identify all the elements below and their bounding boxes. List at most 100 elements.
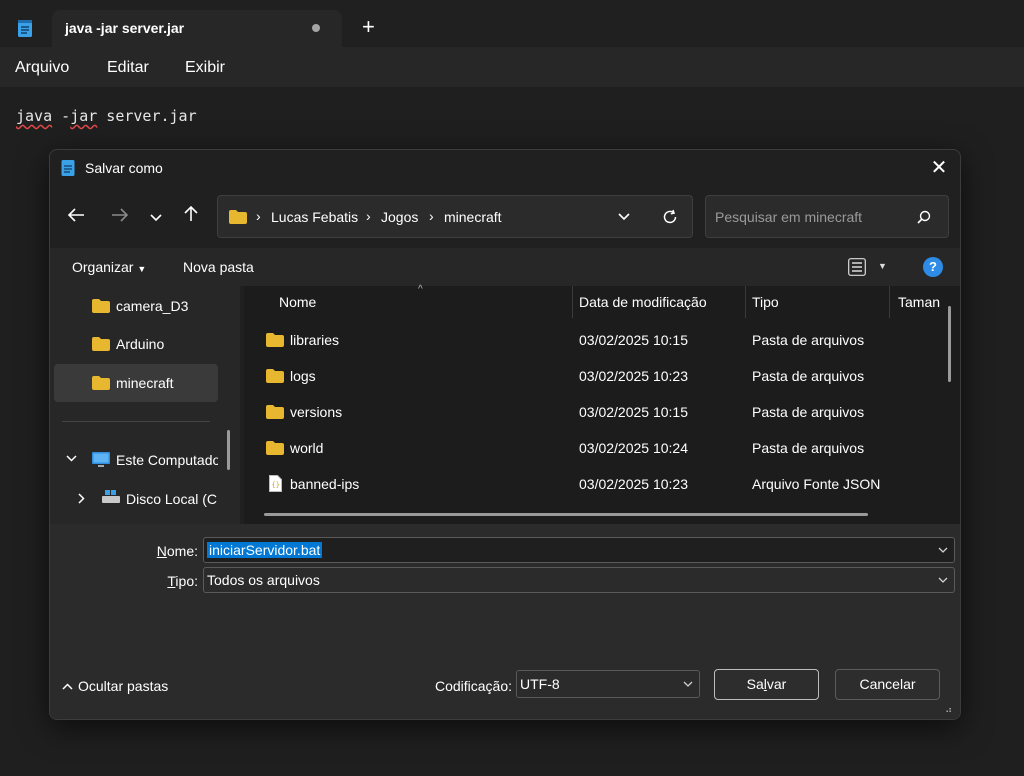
caret-down-icon[interactable]: ▼: [878, 261, 887, 271]
save-form: Nome: iniciarServidor.bat Tipo: Todos os…: [50, 524, 960, 719]
column-header-size[interactable]: Taman: [898, 294, 940, 310]
column-divider[interactable]: [572, 286, 573, 318]
file-type-select[interactable]: Todos os arquivos: [203, 567, 955, 593]
organize-label: Organizar: [72, 259, 134, 275]
file-list: ^ Nome Data de modificação Tipo Taman li…: [244, 284, 960, 524]
sidebar-item-minecraft[interactable]: minecraft: [54, 364, 218, 402]
folder-icon: [92, 376, 110, 390]
sidebar-item-label: Este Computador: [116, 452, 218, 468]
search-input[interactable]: Pesquisar em minecraft: [715, 209, 862, 225]
sidebar-item-this-pc[interactable]: Este Computador: [54, 441, 218, 479]
chevron-right-icon[interactable]: ›: [256, 208, 261, 224]
save-button[interactable]: Salvar: [714, 669, 819, 700]
vertical-scrollbar[interactable]: [948, 306, 951, 382]
file-row[interactable]: logs 03/02/2025 10:23 Pasta de arquivos: [258, 358, 948, 394]
cancel-button[interactable]: Cancelar: [835, 669, 940, 700]
menu-exibir[interactable]: Exibir: [185, 59, 225, 77]
organize-button[interactable]: Organizar ▼: [72, 259, 146, 275]
computer-icon: [92, 452, 110, 467]
chevron-right-icon[interactable]: [78, 493, 85, 504]
json-file-icon: {}: [269, 475, 282, 492]
close-button[interactable]: ✕: [924, 154, 954, 182]
tab-bar: java -jar server.jar +: [0, 0, 1024, 47]
new-folder-button[interactable]: Nova pasta: [183, 259, 254, 275]
file-type: Pasta de arquivos: [752, 440, 865, 456]
chevron-right-icon[interactable]: ›: [366, 208, 371, 224]
chevron-down-icon[interactable]: [143, 203, 169, 229]
file-name: world: [290, 440, 324, 456]
file-name: banned-ips: [290, 476, 360, 492]
new-tab-button[interactable]: +: [362, 16, 375, 38]
chevron-down-icon[interactable]: [66, 455, 77, 462]
up-arrow-icon[interactable]: [178, 203, 204, 229]
column-divider[interactable]: [889, 286, 890, 318]
name-label: Nome:: [150, 543, 198, 559]
filename-value: iniciarServidor.bat: [207, 542, 323, 558]
file-name: versions: [290, 404, 343, 420]
tab-active[interactable]: java -jar server.jar: [52, 10, 342, 47]
resize-grip-icon[interactable]: ⠴: [945, 706, 952, 716]
editor-word: java: [16, 107, 53, 125]
back-arrow-icon[interactable]: [63, 203, 89, 229]
forward-arrow-icon[interactable]: [107, 203, 133, 229]
sidebar-item-camera-d3[interactable]: camera_D3: [54, 287, 218, 325]
file-type: Pasta de arquivos: [752, 332, 865, 348]
file-type: Pasta de arquivos: [752, 404, 865, 420]
file-row[interactable]: versions 03/02/2025 10:15 Pasta de arqui…: [258, 394, 948, 430]
sidebar-scrollbar[interactable]: [227, 430, 230, 470]
file-name: libraries: [290, 332, 340, 348]
unsaved-dot-icon[interactable]: [312, 24, 320, 32]
breadcrumb-item[interactable]: Lucas Febatis: [271, 209, 358, 225]
encoding-value: UTF-8: [520, 676, 560, 692]
navigation-pane: camera_D3 Arduino minecraft Este Computa…: [50, 286, 240, 524]
file-modified: 03/02/2025 10:15: [579, 404, 688, 420]
view-details-icon[interactable]: [848, 258, 866, 276]
menu-arquivo[interactable]: Arquivo: [15, 59, 69, 77]
column-header-type[interactable]: Tipo: [752, 294, 779, 310]
caret-down-icon: ▼: [137, 264, 147, 274]
sidebar-divider: [62, 421, 210, 422]
chevron-down-icon[interactable]: [938, 547, 948, 554]
breadcrumb-item[interactable]: Jogos: [381, 209, 418, 225]
breadcrumb-item[interactable]: minecraft: [444, 209, 502, 225]
search-icon[interactable]: [917, 210, 931, 224]
notepad-icon: [18, 20, 32, 37]
column-divider[interactable]: [745, 286, 746, 318]
editor-word: -: [52, 107, 71, 125]
sidebar-item-local-disk[interactable]: Disco Local (C:: [54, 480, 218, 518]
address-bar[interactable]: › Lucas Febatis › Jogos › minecraft: [217, 195, 693, 238]
dialog-toolbar: Organizar ▼ Nova pasta ▼ ?: [50, 248, 960, 286]
file-type: Pasta de arquivos: [752, 368, 865, 384]
sidebar-item-label: camera_D3: [116, 298, 189, 314]
dialog-title: Salvar como: [85, 160, 163, 176]
file-row[interactable]: world 03/02/2025 10:24 Pasta de arquivos: [258, 430, 948, 466]
search-field[interactable]: Pesquisar em minecraft: [705, 195, 949, 238]
name-label-accesskey: N: [156, 543, 167, 559]
file-modified: 03/02/2025 10:23: [579, 368, 688, 384]
chevron-down-icon[interactable]: [938, 577, 948, 584]
column-header-modified[interactable]: Data de modificação: [579, 294, 707, 310]
filename-input[interactable]: iniciarServidor.bat: [203, 537, 955, 563]
chevron-down-icon[interactable]: [683, 681, 693, 688]
column-header-name[interactable]: Nome: [279, 294, 316, 310]
help-button[interactable]: ?: [923, 257, 943, 277]
file-row[interactable]: {} banned-ips 03/02/2025 10:23 Arquivo F…: [258, 466, 948, 502]
sidebar-item-arduino[interactable]: Arduino: [54, 325, 218, 363]
file-modified: 03/02/2025 10:15: [579, 332, 688, 348]
hide-folders-button[interactable]: Ocultar pastas: [62, 678, 168, 694]
sidebar-item-label: minecraft: [116, 375, 174, 391]
horizontal-scrollbar[interactable]: [264, 513, 868, 516]
menu-editar[interactable]: Editar: [107, 59, 149, 77]
folder-icon: [266, 369, 284, 383]
file-row[interactable]: libraries 03/02/2025 10:15 Pasta de arqu…: [258, 322, 948, 358]
file-type-value: Todos os arquivos: [207, 572, 320, 588]
encoding-select[interactable]: UTF-8: [516, 670, 700, 698]
editor-line: java -jar server.jar: [16, 107, 197, 125]
file-modified: 03/02/2025 10:24: [579, 440, 688, 456]
refresh-icon[interactable]: [662, 209, 678, 225]
chevron-down-icon[interactable]: [618, 213, 630, 221]
save-label-part: var: [766, 676, 787, 692]
folder-icon: [266, 333, 284, 347]
chevron-right-icon[interactable]: ›: [429, 208, 434, 224]
name-label-text: ome:: [166, 543, 198, 559]
